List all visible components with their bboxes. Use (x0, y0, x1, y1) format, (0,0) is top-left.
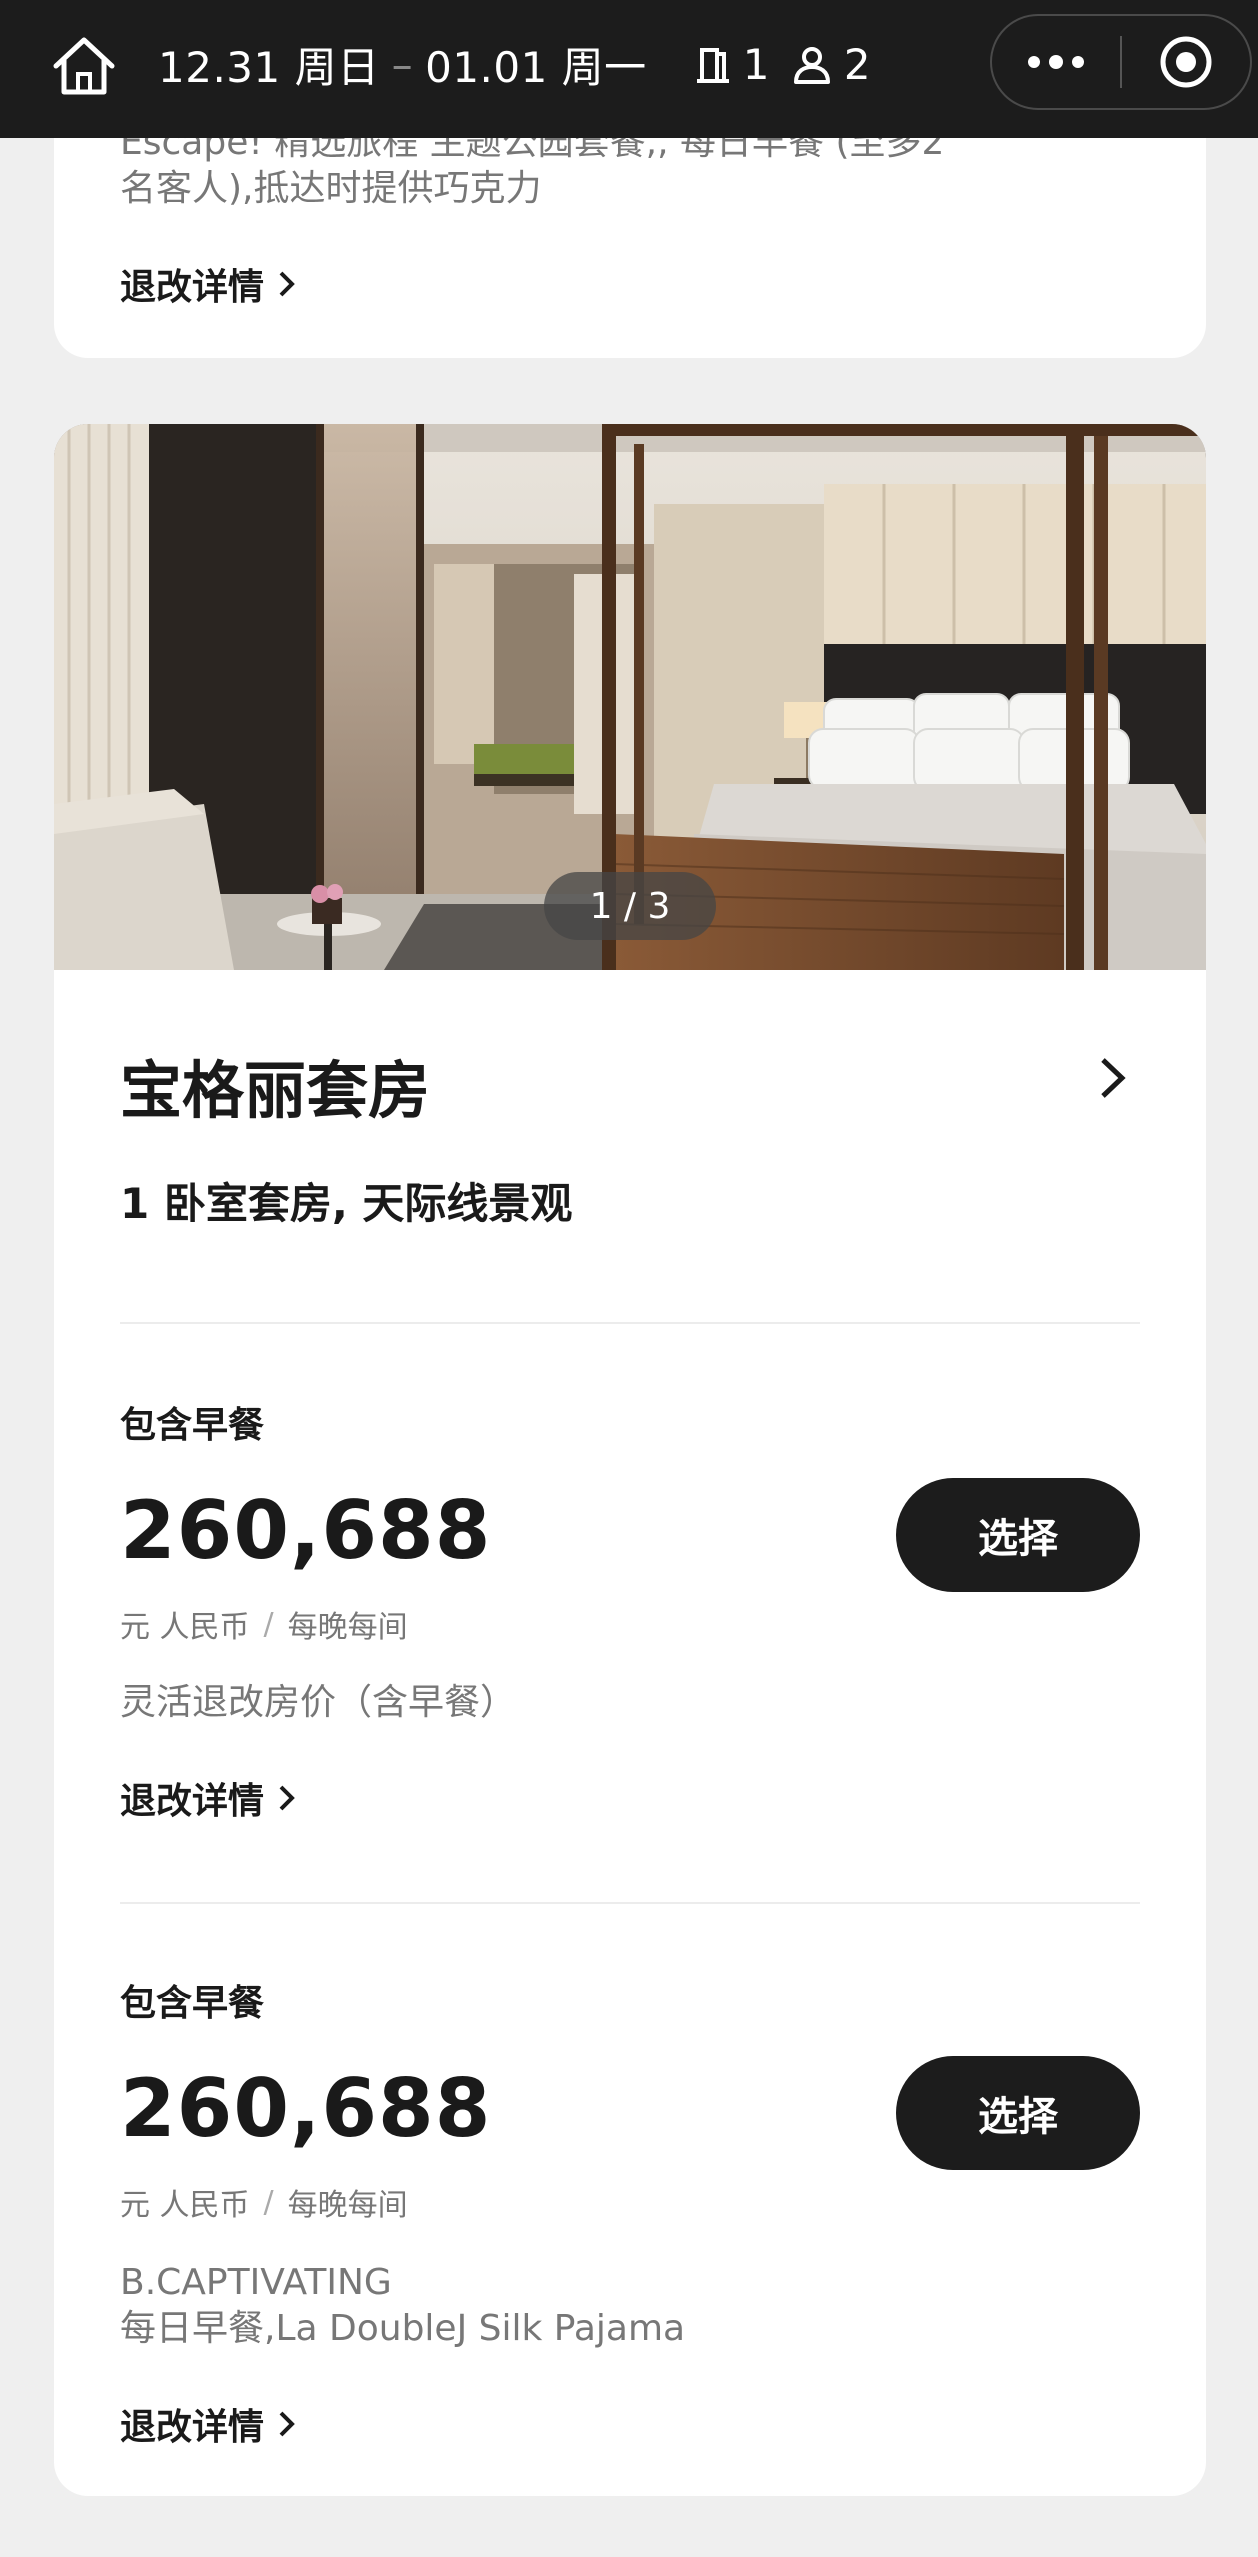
offer-label: 包含早餐 (120, 1983, 265, 2024)
currency-label: 元 人民币 (120, 2188, 250, 2223)
chevron-right-icon[interactable] (1098, 1056, 1128, 1100)
offer-label: 包含早餐 (120, 1405, 265, 1446)
divider (120, 1322, 1140, 1324)
refund-details-link[interactable]: 退改详情 (120, 1772, 296, 1824)
per-night-label: 每晚每间 (287, 1610, 408, 1645)
select-button[interactable]: 选择 (896, 1478, 1140, 1592)
close-target-icon[interactable] (1122, 16, 1250, 108)
chevron-right-icon (279, 271, 295, 297)
unit-slash: / (263, 1606, 274, 1642)
price-unit: 元 人民币 / 每晚每间 (120, 1602, 408, 1646)
room-photo[interactable]: 1 / 3 (54, 424, 1206, 970)
chevron-right-icon (279, 1785, 295, 1811)
divider (120, 1902, 1140, 1904)
room-card: 1 / 3 宝格丽套房 1 卧室套房, 天际线景观 包含早餐 260,688 元… (54, 424, 1206, 2496)
rooms-value: 1 (742, 40, 770, 89)
offer-description-line: 每日早餐,La DoubleJ Silk Pajama (120, 2308, 686, 2349)
top-bar: 12.31 周日 – 01.01 周一 1 2 (0, 0, 1258, 138)
offer-description: B.CAPTIVATING 每日早餐,La DoubleJ Silk Pajam… (120, 2260, 1020, 2352)
miniprogram-capsule (990, 14, 1252, 110)
refund-details-label: 退改详情 (120, 267, 265, 308)
check-in-date: 12.31 周日 (158, 43, 380, 92)
chevron-right-icon (279, 2411, 295, 2437)
refund-details-label: 退改详情 (120, 1781, 265, 1822)
currency-label: 元 人民币 (120, 1610, 250, 1645)
offer-description: 灵活退改房价（含早餐） (120, 1682, 517, 1723)
door-icon (696, 47, 729, 83)
offer-price: 260,688 (120, 2062, 492, 2155)
refund-details-link[interactable]: 退改详情 (120, 2398, 296, 2450)
rooms-count: 1 (693, 40, 770, 89)
per-night-label: 每晚每间 (287, 2188, 408, 2223)
photo-counter: 1 / 3 (544, 872, 716, 940)
check-out-date: 01.01 周一 (425, 43, 647, 92)
refund-details-link[interactable]: 退改详情 (120, 258, 296, 310)
unit-slash: / (263, 2184, 274, 2220)
date-separator: – (391, 40, 414, 89)
guests-count: 2 (790, 40, 871, 89)
room-name[interactable]: 宝格丽套房 (120, 1040, 430, 1130)
date-range[interactable]: 12.31 周日 – 01.01 周一 1 2 (158, 34, 871, 95)
select-button[interactable]: 选择 (896, 2056, 1140, 2170)
price-unit: 元 人民币 / 每晚每间 (120, 2180, 408, 2224)
guests-value: 2 (843, 40, 872, 89)
offer-price: 260,688 (120, 1484, 492, 1577)
more-icon[interactable] (992, 16, 1120, 108)
person-icon (793, 46, 830, 84)
home-icon[interactable] (48, 30, 120, 102)
room-subtitle: 1 卧室套房, 天际线景观 (120, 1179, 573, 1228)
offer-description-line: B.CAPTIVATING (120, 2262, 392, 2303)
refund-details-label: 退改详情 (120, 2407, 265, 2448)
